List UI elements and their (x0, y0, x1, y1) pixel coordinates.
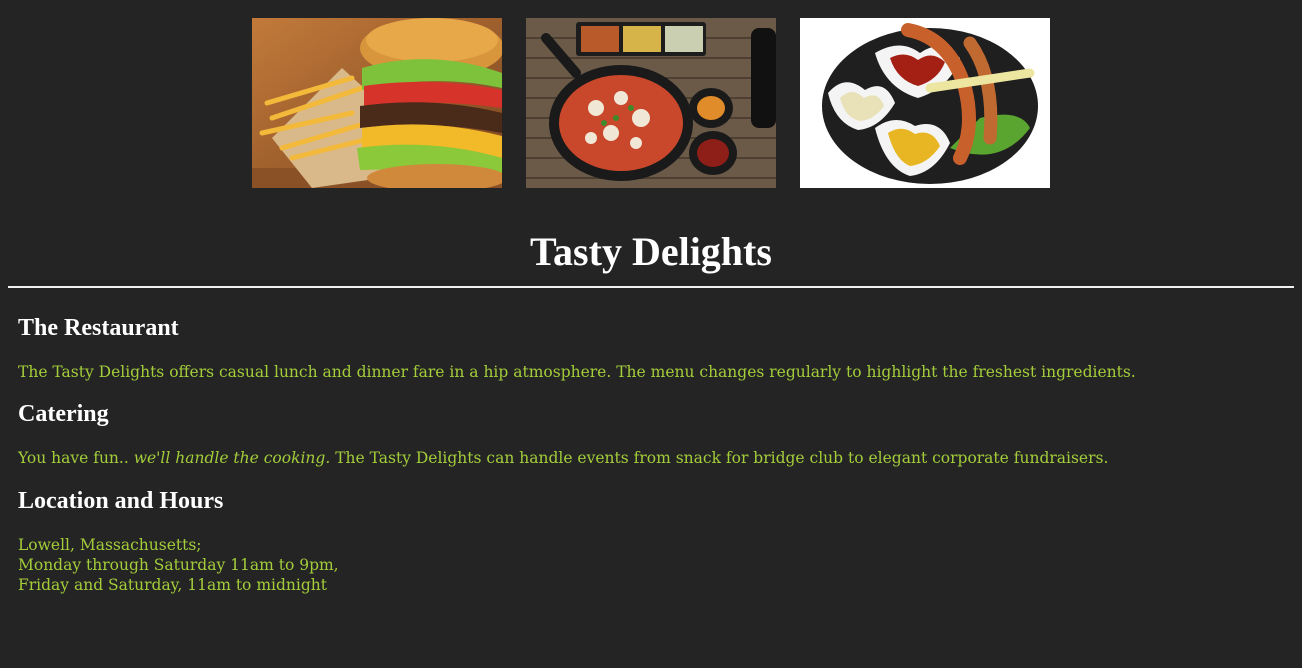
location-line: Lowell, Massachusetts; (18, 536, 202, 554)
site-title: Tasty Delights (530, 229, 772, 274)
photo-gallery (0, 18, 1302, 188)
burger-and-fries-photo (252, 18, 502, 188)
restaurant-description: The Tasty Delights offers casual lunch a… (18, 363, 1136, 381)
catering-heading: Catering (18, 401, 109, 427)
burger-and-fries-image (252, 18, 502, 188)
location-hours-text: Lowell, Massachusetts; Monday through Sa… (18, 535, 339, 595)
korean-skillet-meal-photo (526, 18, 776, 188)
catering-rest-text: The Tasty Delights can handle events fro… (330, 449, 1109, 467)
sausage-platter-photo (800, 18, 1050, 188)
skillet-meal-image (526, 18, 776, 188)
catering-description: You have fun.. we'll handle the cooking.… (18, 448, 1108, 468)
restaurant-heading: The Restaurant (18, 315, 179, 341)
hours-line-weekdays: Monday through Saturday 11am to 9pm, (18, 556, 339, 574)
catering-lead-text: You have fun.. (18, 449, 134, 467)
location-heading: Location and Hours (18, 488, 224, 514)
hours-line-weekend: Friday and Saturday, 11am to midnight (18, 576, 327, 594)
title-divider (8, 286, 1294, 288)
sausage-platter-image (800, 18, 1050, 188)
catering-emphasis-text: we'll handle the cooking. (133, 449, 331, 467)
